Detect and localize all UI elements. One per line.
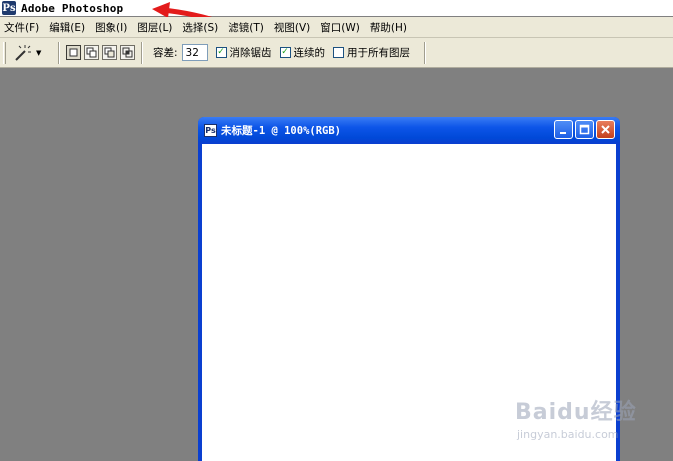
add-to-selection-icon xyxy=(86,47,97,58)
app-titlebar: Ps Adobe Photoshop xyxy=(0,0,673,16)
menu-edit[interactable]: 编辑(E) xyxy=(49,20,85,35)
anti-alias-label: 消除锯齿 xyxy=(229,47,272,59)
menu-window[interactable]: 窗口(W) xyxy=(320,20,360,35)
anti-alias-checkbox[interactable]: ✓ 消除锯齿 xyxy=(215,45,272,60)
menu-bar: 文件(F) 编辑(E) 图象(I) 图层(L) 选择(S) 滤镜(T) 视图(V… xyxy=(0,17,673,38)
app-title: Adobe Photoshop xyxy=(21,1,124,15)
options-bar: ▼ 容差: ✓ 消除锯齿 ✓ 连续的 用于所有图层 xyxy=(0,38,673,68)
menu-select[interactable]: 选择(S) xyxy=(182,20,218,35)
subtract-from-selection-icon xyxy=(104,47,115,58)
intersect-selection-icon xyxy=(122,47,133,58)
close-icon xyxy=(601,125,610,134)
chevron-down-icon: ▼ xyxy=(36,48,42,57)
intersect-selection-button[interactable] xyxy=(120,45,135,60)
menu-filter[interactable]: 滤镜(T) xyxy=(228,20,264,35)
new-selection-button[interactable] xyxy=(66,45,81,60)
checkbox-unchecked-icon xyxy=(333,47,345,58)
photoshop-icon[interactable]: Ps xyxy=(2,1,16,15)
menu-layer[interactable]: 图层(L) xyxy=(137,20,172,35)
all-layers-checkbox[interactable]: 用于所有图层 xyxy=(333,45,410,60)
divider xyxy=(141,41,143,64)
window-controls xyxy=(554,120,615,139)
divider xyxy=(58,41,60,64)
document-titlebar[interactable]: Ps 未标题-1 @ 100%(RGB) xyxy=(198,117,620,143)
minimize-icon xyxy=(560,132,566,134)
baidu-watermark: Baidu经验 jingyan.baidu.com xyxy=(515,384,640,446)
maximize-button[interactable] xyxy=(575,120,594,139)
checkbox-checked-icon: ✓ xyxy=(215,47,227,58)
menu-view[interactable]: 视图(V) xyxy=(274,20,310,35)
watermark-url: jingyan.baidu.com xyxy=(517,428,619,441)
watermark-text: Baidu经验 xyxy=(515,400,637,425)
selection-mode-group xyxy=(66,45,135,60)
magic-wand-icon xyxy=(15,44,31,61)
document-title: 未标题-1 @ 100%(RGB) xyxy=(221,124,342,137)
checkbox-checked-icon: ✓ xyxy=(279,47,291,58)
menu-help[interactable]: 帮助(H) xyxy=(370,20,407,35)
menu-file[interactable]: 文件(F) xyxy=(4,20,39,35)
tool-preset-picker[interactable]: ▼ xyxy=(12,42,52,64)
contiguous-label: 连续的 xyxy=(293,47,326,59)
new-selection-icon xyxy=(69,48,78,57)
minimize-button[interactable] xyxy=(554,120,573,139)
toolbar-grip[interactable] xyxy=(3,41,6,64)
all-layers-label: 用于所有图层 xyxy=(347,47,411,59)
close-button[interactable] xyxy=(596,120,615,139)
tolerance-label: 容差: xyxy=(153,47,178,59)
divider xyxy=(424,41,427,64)
subtract-from-selection-button[interactable] xyxy=(102,45,117,60)
document-icon[interactable]: Ps xyxy=(204,123,217,137)
menu-image[interactable]: 图象(I) xyxy=(95,20,127,35)
maximize-icon xyxy=(579,124,590,135)
tolerance-input[interactable] xyxy=(181,44,208,61)
add-to-selection-button[interactable] xyxy=(84,45,99,60)
contiguous-checkbox[interactable]: ✓ 连续的 xyxy=(279,45,326,60)
